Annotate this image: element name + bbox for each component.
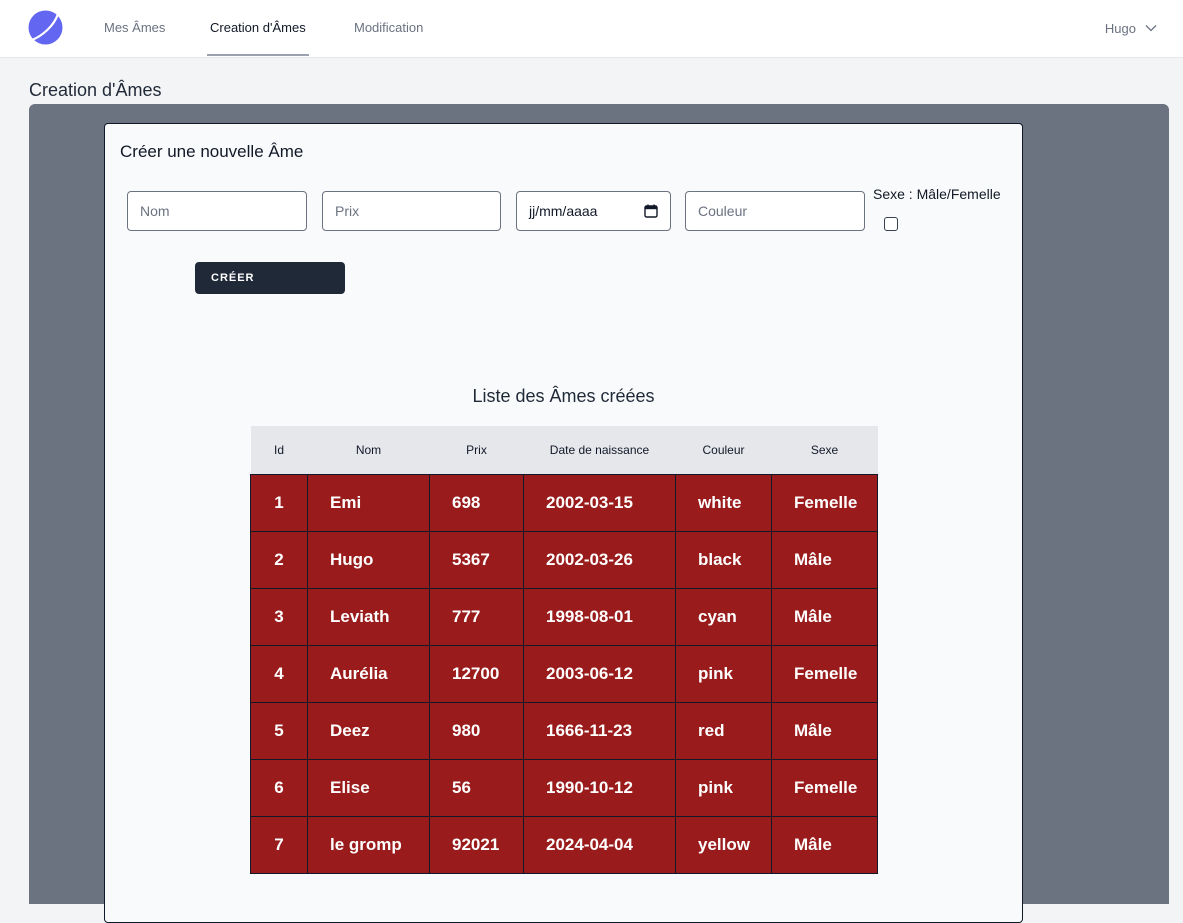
table-row[interactable]: 6 Elise 56 1990-10-12 pink Femelle <box>250 759 878 817</box>
cell-date: 1666-11-23 <box>523 702 676 760</box>
cell-nom: Emi <box>307 474 430 532</box>
cell-sexe: Mâle <box>771 702 878 760</box>
couleur-input[interactable] <box>685 191 865 231</box>
col-header-date: Date de naissance <box>523 426 676 475</box>
form-title: Créer une nouvelle Âme <box>120 142 304 161</box>
cell-couleur: pink <box>675 645 772 703</box>
user-name: Hugo <box>1104 20 1136 36</box>
table-header-row: Id Nom Prix Date de naissance Couleur Se… <box>250 426 878 475</box>
cell-sexe: Femelle <box>771 474 878 532</box>
sexe-checkbox[interactable] <box>884 217 898 231</box>
cell-prix: 980 <box>429 702 524 760</box>
col-header-id: Id <box>250 426 308 475</box>
col-header-sexe: Sexe <box>771 426 878 475</box>
table-row[interactable]: 3 Leviath 777 1998-08-01 cyan Mâle <box>250 588 878 646</box>
col-header-couleur: Couleur <box>675 426 772 475</box>
table-row[interactable]: 5 Deez 980 1666-11-23 red Mâle <box>250 702 878 760</box>
cell-date: 2002-03-26 <box>523 531 676 589</box>
cell-date: 2003-06-12 <box>523 645 676 703</box>
sexe-label: Sexe : Mâle/Femelle <box>873 186 1001 202</box>
cell-prix: 698 <box>429 474 524 532</box>
cell-sexe: Mâle <box>771 816 878 874</box>
col-header-prix: Prix <box>429 426 524 475</box>
cell-date: 2002-03-15 <box>523 474 676 532</box>
calendar-icon[interactable] <box>644 204 658 218</box>
cell-id: 4 <box>250 645 308 703</box>
top-navbar: Mes Âmes Creation d'Âmes Modification Hu… <box>0 0 1183 58</box>
cell-id: 6 <box>250 759 308 817</box>
cell-couleur: cyan <box>675 588 772 646</box>
cell-id: 1 <box>250 474 308 532</box>
nav-creation-ames[interactable]: Creation d'Âmes <box>207 0 309 56</box>
col-header-nom: Nom <box>307 426 430 475</box>
cell-date: 2024-04-04 <box>523 816 676 874</box>
cell-prix: 777 <box>429 588 524 646</box>
logo-icon[interactable] <box>28 10 63 45</box>
souls-table: Id Nom Prix Date de naissance Couleur Se… <box>250 426 878 874</box>
cell-nom: Hugo <box>307 531 430 589</box>
cell-prix: 92021 <box>429 816 524 874</box>
create-card: Créer une nouvelle Âme jj/mm/aaaa Sexe :… <box>104 123 1023 923</box>
cell-prix: 5367 <box>429 531 524 589</box>
cell-nom: Deez <box>307 702 430 760</box>
page-title: Creation d'Âmes <box>29 80 162 100</box>
nav-modification[interactable]: Modification <box>354 0 423 56</box>
nom-input[interactable] <box>127 191 307 231</box>
cell-nom: le gromp <box>307 816 430 874</box>
cell-id: 3 <box>250 588 308 646</box>
cell-id: 2 <box>250 531 308 589</box>
cell-nom: Elise <box>307 759 430 817</box>
cell-id: 7 <box>250 816 308 874</box>
cell-nom: Aurélia <box>307 645 430 703</box>
date-input-placeholder: jj/mm/aaaa <box>529 203 598 219</box>
cell-sexe: Mâle <box>771 588 878 646</box>
chevron-down-icon <box>1145 25 1157 32</box>
cell-nom: Leviath <box>307 588 430 646</box>
cell-couleur: white <box>675 474 772 532</box>
cell-couleur: pink <box>675 759 772 817</box>
cell-date: 1990-10-12 <box>523 759 676 817</box>
cell-prix: 56 <box>429 759 524 817</box>
table-row[interactable]: 4 Aurélia 12700 2003-06-12 pink Femelle <box>250 645 878 703</box>
prix-input[interactable] <box>322 191 501 231</box>
cell-sexe: Mâle <box>771 531 878 589</box>
cell-couleur: red <box>675 702 772 760</box>
cell-date: 1998-08-01 <box>523 588 676 646</box>
table-row[interactable]: 7 le gromp 92021 2024-04-04 yellow Mâle <box>250 816 878 874</box>
cell-couleur: black <box>675 531 772 589</box>
cell-couleur: yellow <box>675 816 772 874</box>
cell-sexe: Femelle <box>771 759 878 817</box>
list-title: Liste des Âmes créées <box>472 386 655 406</box>
create-button[interactable]: CRÉER <box>195 262 345 294</box>
cell-prix: 12700 <box>429 645 524 703</box>
cell-sexe: Femelle <box>771 645 878 703</box>
table-row[interactable]: 2 Hugo 5367 2002-03-26 black Mâle <box>250 531 878 589</box>
table-row[interactable]: 1 Emi 698 2002-03-15 white Femelle <box>250 474 878 532</box>
user-menu[interactable]: Hugo <box>1105 0 1157 56</box>
cell-id: 5 <box>250 702 308 760</box>
nav-mes-ames[interactable]: Mes Âmes <box>104 0 165 56</box>
date-input[interactable]: jj/mm/aaaa <box>516 191 671 231</box>
